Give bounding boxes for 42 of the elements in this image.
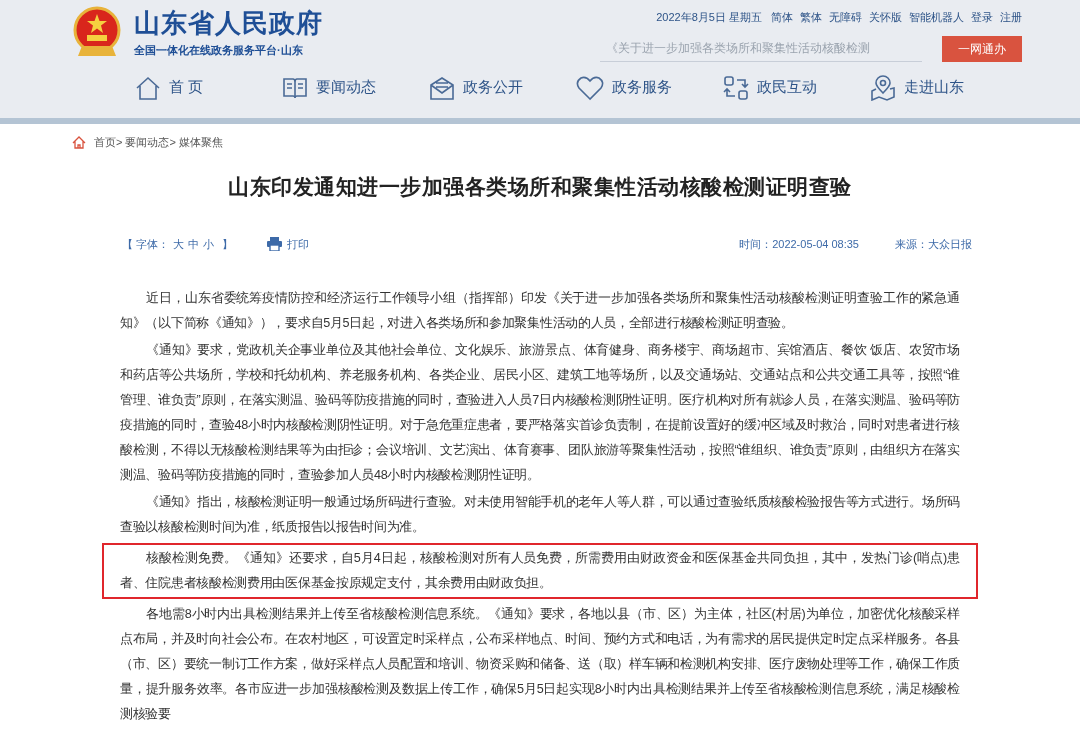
top-link[interactable]: 简体 — [771, 9, 793, 26]
site-subtitle: 全国一体化在线政务服务平台·山东 — [134, 42, 304, 58]
breadcrumb-link[interactable]: 要闻动态> — [125, 134, 176, 151]
top-link[interactable]: 繁体 — [800, 9, 822, 26]
nav-item[interactable]: 政务公开 — [429, 69, 576, 106]
font-size-link[interactable]: 小 — [203, 236, 215, 253]
nav-item[interactable]: 政民互动 — [723, 69, 870, 106]
home-icon — [135, 74, 161, 101]
nav-item[interactable]: 首 页 — [135, 69, 282, 106]
font-size-link[interactable]: 大 — [173, 236, 185, 253]
font-size-link[interactable]: 中 — [188, 236, 200, 253]
yiwangtongban-button[interactable]: 一网通办 — [942, 35, 1022, 62]
nav-item[interactable]: 要闻动态 — [282, 69, 429, 106]
top-link[interactable]: 注册 — [1000, 9, 1022, 26]
heart-icon — [576, 74, 604, 101]
print-button[interactable]: 打印 — [267, 236, 310, 253]
article-paragraph: 《通知》要求，党政机关企事业单位及其他社会单位、文化娱乐、旅游景点、体育健身、商务楼宇、商场超市、宾馆酒店、餐饮 饭店、农贸市场和药店等公共场所，学校和托幼机构、养老服务机构、各类企业、居民小区、建筑工地等场所，以及交通场站、交通站点和公共交通工具等，按照“谁管理、谁负责”原则，在落实测温、验码等防疫措施的同时，查验进入人员7日内核酸检测阴性证明。医疗机构对所有就诊人员，在落实测温、验码等防疫措施的同时，查验48小时内核酸检测阴性证明。对于急危重症患者，要严格落实首诊负责制，在提前设置好的缓冲区域及时救治，同时对患者进行核酸检测，不得以无核酸检测结果等为由拒诊；会议培训、文艺演出、体育赛事、团队旅游等聚集性活动，按照“谁组织、谁负责”原则，由组织方在落实测温、验码等防疫措施的同时，查验参加人员48小时内核酸检测阴性证明。 — [119, 341, 961, 484]
nav-item[interactable]: 政务服务 — [576, 69, 723, 106]
site-title: 山东省人民政府 — [134, 7, 323, 38]
top-link[interactable]: 关怀版 — [869, 9, 902, 26]
source-text: 来源：大众日报 — [895, 237, 972, 252]
printer-icon — [267, 237, 283, 252]
top-link[interactable]: 无障碍 — [829, 9, 862, 26]
exchange-icon — [723, 74, 749, 101]
article-paragraph: 《通知》指出，核酸检测证明一般通过场所码进行查验。对未使用智能手机的老年人等人群，可以通过查验纸质核酸检验报告等方式进行。场所码查验以核酸检测时间为准，纸质报告以报告时间为准。 — [119, 493, 961, 536]
top-link[interactable]: 智能机器人 — [909, 9, 964, 26]
envelope-icon — [429, 74, 455, 101]
breadcrumb-link[interactable]: 首页> — [94, 134, 123, 151]
highlighted-paragraph: 核酸检测免费。《通知》还要求，自5月4日起，核酸检测对所有人员免费，所需费用由财政资金和医保基金共同负担，其中，发热门诊(哨点)患者、住院患者核酸检测费用由医保基金按原规定支付，其余费用由财政负担。 — [102, 542, 978, 599]
home-icon — [72, 135, 86, 149]
publish-time: 时间：2022-05-04 08:35 — [739, 237, 859, 252]
bracket-text: 】 — [222, 237, 234, 252]
book-icon — [282, 75, 308, 100]
article-title: 山东印发通知进一步加强各类场所和聚集性活动核酸检测证明查验 — [227, 173, 853, 200]
breadcrumb-link[interactable]: 媒体聚焦 — [178, 134, 223, 151]
article-paragraph: 各地需8小时内出具检测结果并上传至省核酸检测信息系统。《通知》要求，各地以县（市、区）为主体，社区(村居)为单位，加密优化核酸采样点布局，并及时向社会公布。在农村地区，可设置定时采样点，公布采样地点、时间、预约方式和电话，为有需求的居民提供定时定点采样服务。各县（市、区）要统一制订工作方案，做好采样点人员配置和培训、物资采购和储备、送（取）样车辆和检测机构安排、医疗废物处理等工作，确保工作质量，提升服务效率。各市应进一步加强核酸检测及数据上传工作，确保5月5日起实现8小时内出具检测结果并上传至省核酸检测信息系统，满足核酸检测核验要 — [119, 605, 961, 723]
font-size-label: 【 字体： — [122, 237, 170, 252]
date-text: 2022年8月5日 星期五 — [656, 10, 762, 25]
nav-item[interactable]: 走进山东 — [870, 69, 1017, 106]
map-pin-icon — [870, 74, 896, 101]
article-paragraph: 近日，山东省委统筹疫情防控和经济运行工作领导小组（指挥部）印发《关于进一步加强各类场所和聚集性活动核酸检测证明查验工作的紧急通知》（以下简称《通知》），要求自5月5日起，对进入各类场所和参加聚集性活动的人员，全部进行核酸检测证明查验。 — [119, 289, 961, 332]
top-link[interactable]: 登录 — [971, 9, 993, 26]
